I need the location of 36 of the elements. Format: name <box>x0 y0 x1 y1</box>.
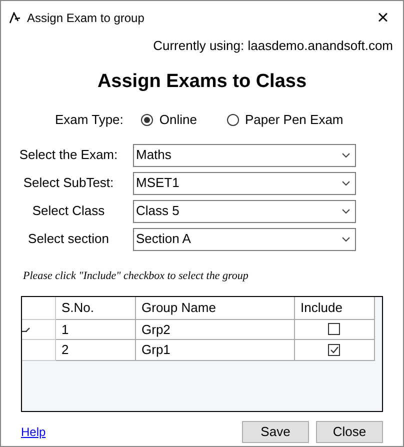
dropdown[interactable]: MSET1 <box>133 172 356 194</box>
include-checkbox[interactable] <box>328 344 340 356</box>
chevron-icon <box>342 208 350 214</box>
instruction-note: Please click "Include" checkbox to select the group <box>23 270 248 282</box>
close-button[interactable]: × <box>363 3 403 33</box>
connection-status: Currently using: laasdemo.anandsoft.com <box>153 37 393 55</box>
dropdown[interactable]: Maths <box>133 144 356 166</box>
radio-button[interactable] <box>141 114 154 126</box>
field-label: Select Class <box>31 202 105 220</box>
window-title: Assign Exam to group <box>27 10 144 27</box>
field-label: Exam Type: <box>55 111 124 129</box>
close-button[interactable]: Close <box>316 421 383 443</box>
include-checkbox[interactable] <box>328 323 340 336</box>
chevron-icon <box>342 152 350 158</box>
column-header[interactable]: Include <box>294 297 374 319</box>
column-header[interactable]: S.No. <box>55 297 135 319</box>
app-logo-icon <box>9 12 21 24</box>
radio-label: Paper Pen Exam <box>244 111 344 129</box>
radio-button[interactable] <box>226 114 239 126</box>
table-cell: 1 <box>55 319 135 340</box>
field-label: Select section <box>27 230 109 248</box>
chevron-icon <box>342 180 350 186</box>
radio-label: Online <box>159 111 197 129</box>
table-cell: Grp1 <box>135 340 294 360</box>
field-label: Select the Exam: <box>18 146 118 164</box>
dropdown[interactable]: Section A <box>133 228 356 250</box>
field-label: Select SubTest: <box>22 174 114 192</box>
table-cell: Grp2 <box>135 319 294 340</box>
chevron-icon <box>342 236 350 242</box>
help-link[interactable]: Help <box>21 423 46 441</box>
column-header[interactable]: Group Name <box>135 297 294 319</box>
edit-mark-icon <box>22 326 30 332</box>
dropdown[interactable]: Class 5 <box>133 200 356 222</box>
page-heading: Assign Exams to Class <box>97 70 307 94</box>
table-cell: 2 <box>55 340 135 360</box>
save-button[interactable]: Save <box>242 421 309 443</box>
